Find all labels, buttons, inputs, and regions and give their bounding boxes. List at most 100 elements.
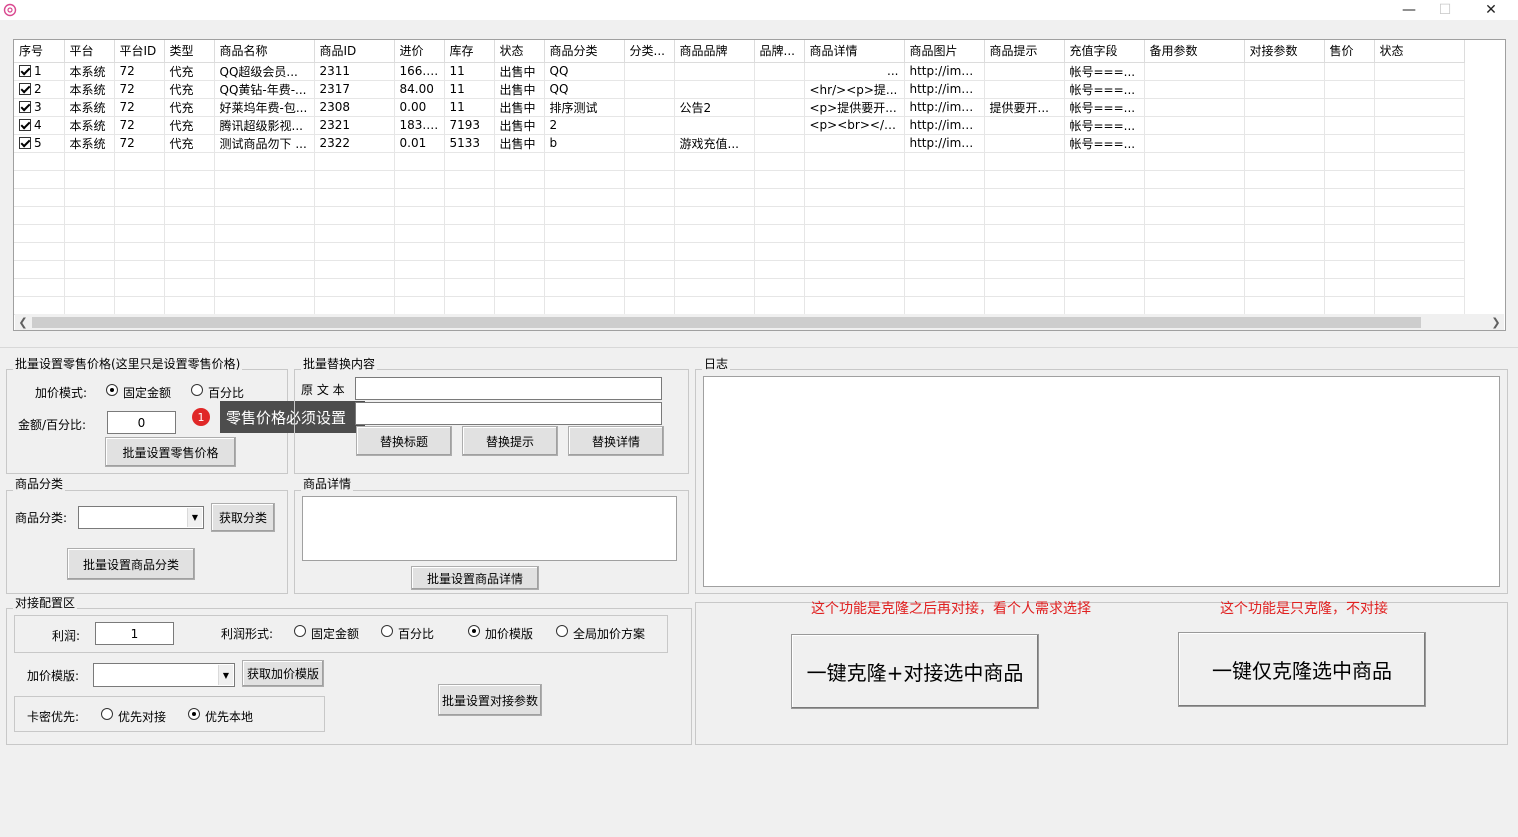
- table-cell: [314, 188, 395, 207]
- amount-input[interactable]: 0: [107, 411, 176, 434]
- table-cell: 腾讯超级影视...: [214, 116, 315, 135]
- row-checkbox[interactable]: [19, 83, 31, 95]
- category-select[interactable]: ▼: [78, 506, 204, 529]
- table-row[interactable]: 3 本系统 72 代充 好莱坞年费-包... 2308 0.00 11 出售中 排序测试 公告2 <p…: [14, 98, 1465, 117]
- card-docking-label[interactable]: 优先对接: [118, 708, 166, 725]
- profit-global-radio[interactable]: [556, 625, 568, 637]
- column-header[interactable]: 平台ID: [114, 40, 165, 63]
- table-cell: 本系统: [64, 116, 115, 135]
- set-detail-button[interactable]: 批量设置商品详情: [411, 566, 539, 590]
- mode-percent-label[interactable]: 百分比: [208, 384, 244, 401]
- table-row[interactable]: 1 本系统 72 代充 QQ超级会员... 2311 166.00 11 出售中 QQ... htt…: [14, 62, 1465, 81]
- scroll-left-icon[interactable]: ❮: [15, 314, 31, 330]
- column-header[interactable]: 平台: [64, 40, 115, 63]
- column-header[interactable]: 商品品牌: [674, 40, 755, 63]
- category-group-title: 商品分类: [13, 477, 66, 491]
- original-text-input[interactable]: [355, 377, 662, 400]
- table-cell: [14, 296, 65, 315]
- table-cell: [1324, 116, 1375, 135]
- template-select[interactable]: ▼: [93, 663, 235, 687]
- card-local-label[interactable]: 优先本地: [205, 708, 253, 725]
- close-icon: ✕: [1485, 2, 1497, 18]
- get-category-button[interactable]: 获取分类: [211, 503, 275, 532]
- mode-fixed-label[interactable]: 固定金额: [123, 384, 171, 401]
- set-docking-params-button[interactable]: 批量设置对接参数: [438, 684, 542, 716]
- row-checkbox[interactable]: [19, 65, 31, 77]
- clone-and-dock-button[interactable]: 一键克隆+对接选中商品: [791, 634, 1039, 709]
- column-header[interactable]: 类型: [164, 40, 215, 63]
- replace-detail-button[interactable]: 替换详情: [568, 426, 664, 456]
- replace-hint-button[interactable]: 替换提示: [462, 426, 558, 456]
- profit-percent-label[interactable]: 百分比: [398, 625, 434, 642]
- table-cell: 出售中: [494, 62, 545, 81]
- table-cell: [394, 260, 445, 279]
- column-header[interactable]: 商品ID: [314, 40, 395, 63]
- card-local-radio[interactable]: [188, 708, 200, 720]
- row-checkbox[interactable]: [19, 137, 31, 149]
- column-header[interactable]: 品牌...: [754, 40, 805, 63]
- profit-fixed-radio[interactable]: [294, 625, 306, 637]
- table-cell: 好莱坞年费-包...: [214, 98, 315, 117]
- log-group-title: 日志: [702, 357, 731, 371]
- table-cell: 测试商品勿下 ...: [214, 134, 315, 153]
- column-header[interactable]: 商品分类: [544, 40, 625, 63]
- table-row[interactable]: 4 本系统 72 代充 腾讯超级影视... 2321 183.00 7193 出售中 2 <p><b…: [14, 116, 1465, 135]
- set-category-button[interactable]: 批量设置商品分类: [67, 548, 195, 580]
- horizontal-scrollbar[interactable]: ❮ ❯: [15, 314, 1504, 330]
- row-checkbox[interactable]: [19, 101, 31, 113]
- profit-percent-radio[interactable]: [381, 625, 393, 637]
- table-row[interactable]: 5 本系统 72 代充 测试商品勿下 ... 2322 0.01 5133 出售中 b 游戏充值..…: [14, 134, 1465, 153]
- table-cell: 出售中: [494, 116, 545, 135]
- profit-fixed-label[interactable]: 固定金额: [311, 625, 359, 642]
- row-index: 1: [34, 64, 42, 78]
- table-cell: [544, 206, 625, 225]
- profit-input[interactable]: 1: [95, 622, 174, 645]
- chevron-down-icon[interactable]: ▼: [218, 665, 233, 685]
- replacement-text-input[interactable]: [355, 402, 662, 425]
- table-cell: [1324, 134, 1375, 153]
- column-header[interactable]: 商品名称: [214, 40, 315, 63]
- scrollbar-thumb[interactable]: [32, 317, 1421, 328]
- replace-title-button[interactable]: 替换标题: [356, 426, 452, 456]
- scroll-right-icon[interactable]: ❯: [1488, 314, 1504, 330]
- card-docking-radio[interactable]: [101, 708, 113, 720]
- product-grid[interactable]: 序号 平台 平台ID 类型 商品名称 商品ID 进价 库存 状态 商品分类 分类... 商品品牌 品牌.…: [13, 39, 1506, 331]
- detail-textarea[interactable]: [302, 496, 677, 561]
- table-cell: [544, 260, 625, 279]
- profit-template-label[interactable]: 加价模版: [485, 625, 533, 642]
- table-cell: [1144, 296, 1245, 315]
- column-header[interactable]: 商品详情: [804, 40, 905, 63]
- set-retail-price-button[interactable]: 批量设置零售价格: [105, 437, 236, 467]
- chevron-down-icon[interactable]: ▼: [187, 508, 202, 527]
- close-button[interactable]: ✕: [1468, 0, 1514, 20]
- mode-fixed-radio[interactable]: [106, 384, 118, 396]
- column-header[interactable]: 对接参数: [1244, 40, 1325, 63]
- maximize-button[interactable]: ☐: [1422, 0, 1468, 20]
- table-row[interactable]: 2 本系统 72 代充 QQ黄钻-年费-... 2317 84.00 11 出售中 QQ <hr/>…: [14, 80, 1465, 99]
- column-header[interactable]: 售价: [1324, 40, 1375, 63]
- column-header[interactable]: 分类...: [624, 40, 675, 63]
- row-checkbox[interactable]: [19, 119, 31, 131]
- table-cell: 本系统: [64, 98, 115, 117]
- column-header[interactable]: 状态: [1374, 40, 1465, 63]
- profit-global-label[interactable]: 全局加价方案: [573, 625, 645, 642]
- get-template-button[interactable]: 获取加价模版: [242, 660, 324, 687]
- table-cell: <p><br></p>: [804, 116, 905, 135]
- column-header[interactable]: 商品图片: [904, 40, 985, 63]
- column-header[interactable]: 充值字段: [1064, 40, 1145, 63]
- clone-only-button[interactable]: 一键仅克隆选中商品: [1178, 632, 1426, 707]
- column-header[interactable]: 备用参数: [1144, 40, 1245, 63]
- table-cell: [64, 152, 115, 171]
- table-cell: [214, 260, 315, 279]
- profit-template-radio[interactable]: [468, 625, 480, 637]
- table-cell: 2311: [314, 62, 395, 81]
- column-header[interactable]: 序号: [14, 40, 65, 63]
- mode-percent-radio[interactable]: [191, 384, 203, 396]
- table-cell: [314, 170, 395, 189]
- column-header[interactable]: 状态: [494, 40, 545, 63]
- log-textarea[interactable]: [703, 376, 1500, 587]
- table-cell: [1144, 134, 1245, 153]
- column-header[interactable]: 进价: [394, 40, 445, 63]
- column-header[interactable]: 库存: [444, 40, 495, 63]
- column-header[interactable]: 商品提示: [984, 40, 1065, 63]
